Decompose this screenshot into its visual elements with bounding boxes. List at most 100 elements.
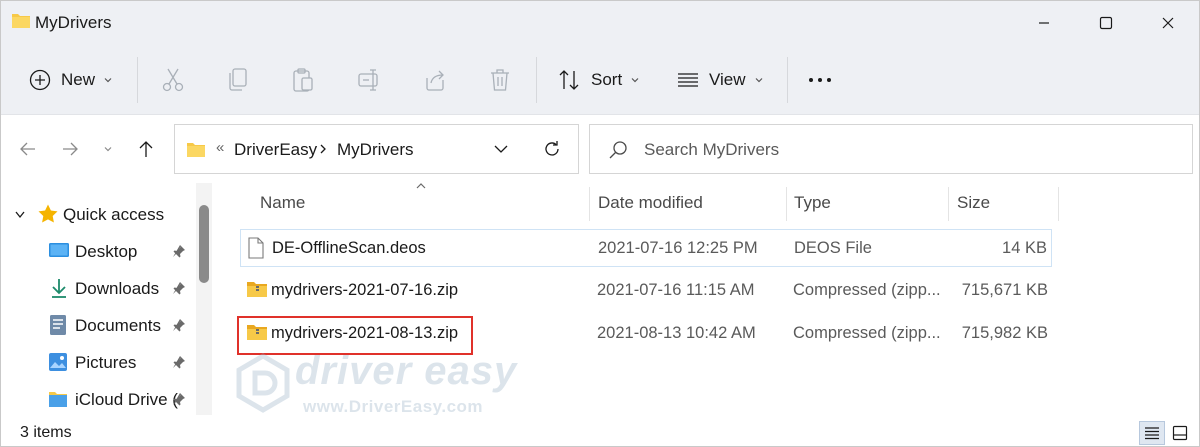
recent-locations-button[interactable] xyxy=(95,137,121,161)
nav-item-pictures[interactable]: Pictures xyxy=(1,345,196,379)
sort-label: Sort xyxy=(591,70,623,89)
minimize-button[interactable] xyxy=(1029,9,1059,37)
maximize-button[interactable] xyxy=(1091,9,1121,37)
file-date: 2021-07-16 12:25 PM xyxy=(598,239,758,257)
share-icon xyxy=(426,70,444,91)
separator xyxy=(137,57,138,103)
pin-icon[interactable] xyxy=(172,355,186,369)
back-button[interactable] xyxy=(15,137,41,161)
pin-icon[interactable] xyxy=(172,392,186,406)
file-type: DEOS File xyxy=(794,239,872,257)
search-box[interactable]: Search MyDrivers xyxy=(589,124,1193,174)
share-button[interactable] xyxy=(423,65,447,95)
copy-icon xyxy=(229,68,247,91)
pin-icon[interactable] xyxy=(172,281,186,295)
forward-button[interactable] xyxy=(57,137,83,161)
file-type: Compressed (zipp... xyxy=(793,324,941,342)
nav-item-icloud-drive[interactable]: iCloud Drive ( xyxy=(1,382,196,415)
rename-icon xyxy=(358,69,378,91)
table-row[interactable]: DE-OfflineScan.deos 2021-07-16 12:25 PM … xyxy=(240,229,1052,267)
cut-icon xyxy=(162,68,184,92)
column-header-type[interactable]: Type xyxy=(794,193,831,213)
column-divider[interactable] xyxy=(948,187,949,221)
pictures-icon xyxy=(49,353,67,371)
tiles-view-icon xyxy=(1172,425,1188,441)
navigation-pane: Quick access Desktop Downloads Documents xyxy=(1,183,216,415)
file-name: mydrivers-2021-07-16.zip xyxy=(271,281,459,299)
paste-button[interactable] xyxy=(291,65,315,95)
nav-label: Pictures xyxy=(75,353,137,372)
copy-button[interactable] xyxy=(227,65,249,95)
column-header-date[interactable]: Date modified xyxy=(598,193,703,213)
nav-item-downloads[interactable]: Downloads xyxy=(1,271,196,305)
plus-circle-icon xyxy=(29,69,51,91)
search-icon xyxy=(609,141,627,159)
pin-icon[interactable] xyxy=(172,318,186,332)
file-size: 715,671 KB xyxy=(961,281,1048,299)
folder-icon xyxy=(187,143,205,157)
file-date: 2021-08-13 10:42 AM xyxy=(597,324,756,342)
up-button[interactable] xyxy=(133,137,159,161)
breadcrumb-item[interactable]: MyDrivers xyxy=(337,140,414,160)
column-header-size[interactable]: Size xyxy=(957,193,990,213)
close-button[interactable] xyxy=(1153,9,1183,37)
nav-item-desktop[interactable]: Desktop xyxy=(1,234,196,268)
maximize-icon xyxy=(1099,16,1113,30)
status-bar: 3 items xyxy=(1,415,1199,446)
sort-ascending-icon xyxy=(416,183,426,189)
chevron-down-icon xyxy=(104,78,112,83)
address-bar[interactable]: « DriverEasy MyDrivers xyxy=(174,124,579,174)
cut-button[interactable] xyxy=(161,65,185,95)
view-button[interactable]: View xyxy=(677,65,764,95)
nav-item-quick-access[interactable]: Quick access xyxy=(1,197,196,231)
navigation-row: « DriverEasy MyDrivers Search MyDrivers xyxy=(1,115,1199,183)
title-bar: MyDrivers xyxy=(1,1,1199,45)
chevron-down-icon xyxy=(104,147,112,152)
arrow-up-icon xyxy=(139,141,153,157)
download-icon xyxy=(52,279,66,298)
delete-icon xyxy=(491,69,509,91)
paste-icon xyxy=(293,68,313,92)
file-date: 2021-07-16 11:15 AM xyxy=(597,281,755,299)
chevron-right-icon[interactable] xyxy=(318,142,328,156)
breadcrumb-overflow[interactable]: « xyxy=(216,139,224,156)
nav-label: Downloads xyxy=(75,279,160,298)
details-view-button[interactable] xyxy=(1139,421,1165,445)
breadcrumb-item[interactable]: DriverEasy xyxy=(234,140,317,160)
delete-button[interactable] xyxy=(489,65,511,95)
desktop-icon xyxy=(49,243,69,257)
column-divider[interactable] xyxy=(589,187,590,221)
chevron-down-icon[interactable] xyxy=(14,210,26,220)
large-icons-view-button[interactable] xyxy=(1167,421,1193,445)
minimize-icon xyxy=(1039,22,1049,24)
nav-label: Desktop xyxy=(75,242,138,261)
refresh-icon[interactable] xyxy=(543,140,561,158)
item-count: 3 items xyxy=(20,424,72,441)
rename-button[interactable] xyxy=(357,65,383,95)
nav-scrollbar-thumb[interactable] xyxy=(199,205,209,283)
view-label: View xyxy=(709,70,746,89)
file-explorer-window: MyDrivers New Sort View « DriverEasy MyD… xyxy=(0,0,1200,447)
watermark-url: www.DriverEasy.com xyxy=(303,397,484,416)
new-label: New xyxy=(61,70,96,89)
arrow-right-icon xyxy=(63,142,78,156)
column-divider[interactable] xyxy=(1058,187,1059,221)
sort-button[interactable]: Sort xyxy=(557,65,640,95)
nav-label: Documents xyxy=(75,316,161,335)
more-button[interactable] xyxy=(807,65,833,95)
command-bar: New Sort View xyxy=(1,45,1199,115)
nav-item-documents[interactable]: Documents xyxy=(1,308,196,342)
table-row[interactable]: mydrivers-2021-07-16.zip 2021-07-16 11:1… xyxy=(240,272,1052,310)
column-header-name[interactable]: Name xyxy=(260,193,305,213)
cloud-folder-icon xyxy=(49,392,67,407)
search-input[interactable]: Search MyDrivers xyxy=(644,140,779,160)
watermark-brand: driver easy xyxy=(295,349,518,393)
folder-icon xyxy=(12,14,30,28)
column-divider[interactable] xyxy=(786,187,787,221)
pin-icon[interactable] xyxy=(172,244,186,258)
file-size: 715,982 KB xyxy=(961,324,1048,342)
new-button[interactable]: New xyxy=(29,65,113,95)
file-size: 14 KB xyxy=(1002,239,1047,257)
chevron-down-icon[interactable] xyxy=(493,142,509,156)
driver-easy-logo-icon xyxy=(236,353,290,413)
